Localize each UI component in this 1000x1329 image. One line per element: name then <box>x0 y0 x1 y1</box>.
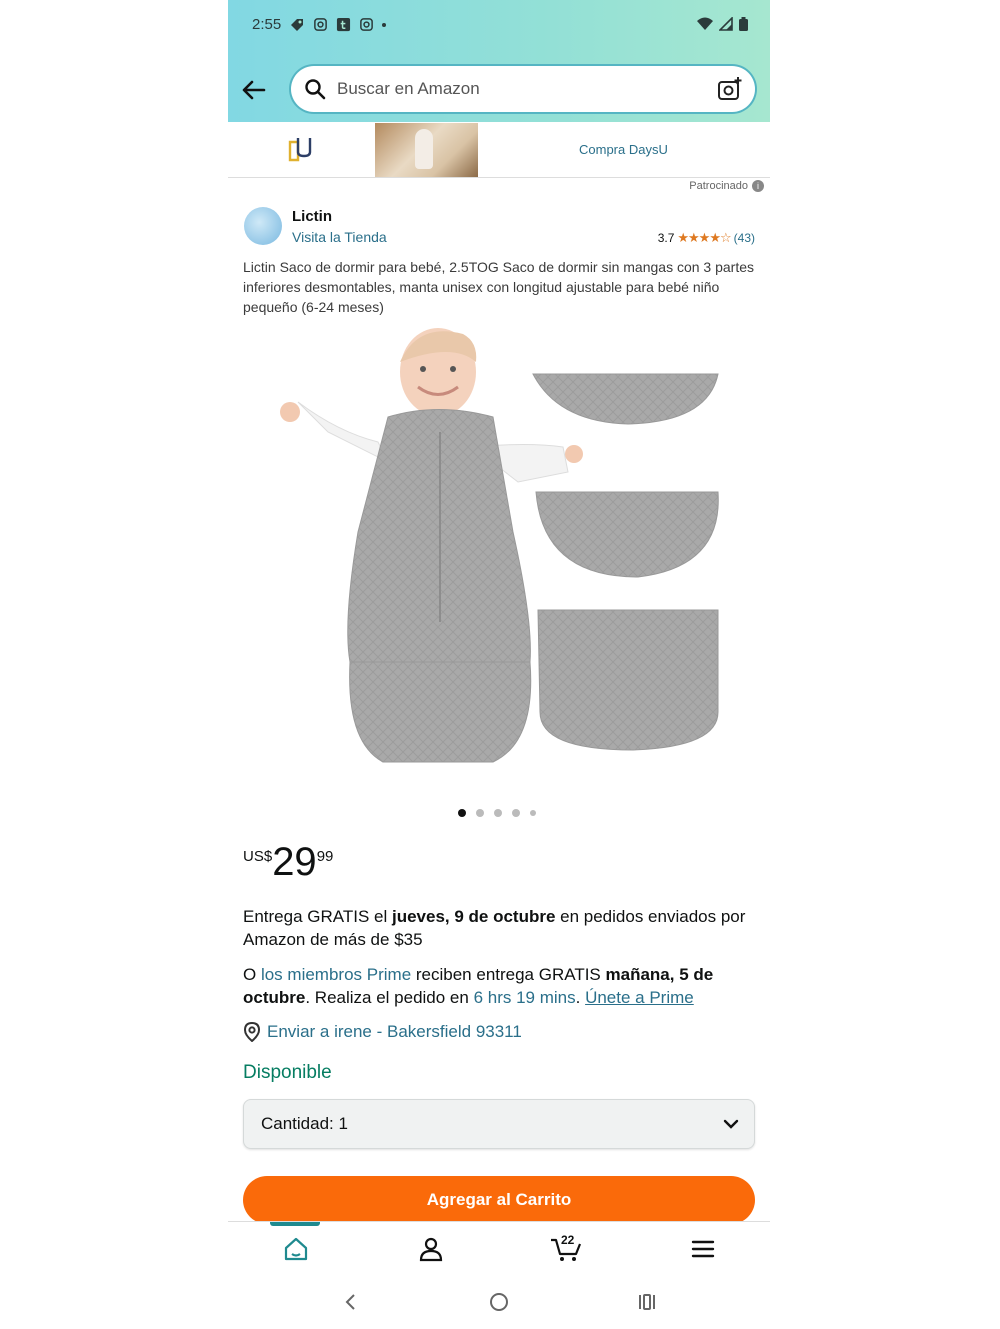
availability-status: Disponible <box>243 1062 332 1083</box>
price-fraction: 99 <box>316 848 334 865</box>
info-icon[interactable]: i <box>752 180 764 192</box>
carousel-dot-1[interactable] <box>458 809 466 817</box>
prime-members-link[interactable]: los miembros Prime <box>261 965 411 984</box>
battery-icon <box>739 17 748 31</box>
price: US$ 29 99 <box>243 840 333 884</box>
location-pin-icon <box>243 1022 261 1042</box>
prime-text-4: . <box>575 988 586 1007</box>
quantity-selector[interactable]: Cantidad: 1 <box>243 1099 755 1149</box>
quantity-value: 1 <box>338 1114 348 1133</box>
carousel-dot-5[interactable] <box>530 810 536 816</box>
bottom-navigation: 22 <box>228 1221 770 1277</box>
product-rating[interactable]: 3.7 ★★★★☆ (43) <box>658 230 755 246</box>
tag-notification-icon <box>291 18 304 31</box>
prime-delivery-info: O los miembros Prime reciben entrega GRA… <box>243 963 758 1009</box>
status-icons <box>697 17 748 31</box>
sponsored-banner-link[interactable]: Compra DaysU <box>579 142 668 157</box>
search-icon <box>305 79 326 100</box>
system-navigation-bar <box>228 1280 770 1329</box>
delivery-text-1: Entrega GRATIS el <box>243 907 392 926</box>
phone-screen: 2:55 Buscar en Amazon Compra DaysU Patro… <box>228 0 770 1329</box>
brand-logo[interactable] <box>244 207 282 245</box>
wifi-icon <box>697 17 713 30</box>
prime-text-1: O <box>243 965 261 984</box>
brand-name: Lictin <box>292 208 332 225</box>
system-recents-icon[interactable] <box>636 1292 658 1312</box>
prime-text-3: . Realiza el pedido en <box>305 988 474 1007</box>
tumblr-notification-icon <box>337 17 351 32</box>
more-notifications-dot <box>382 22 387 27</box>
system-home-icon[interactable] <box>488 1291 510 1313</box>
price-whole: 29 <box>272 840 317 884</box>
rating-count[interactable]: (43) <box>734 231 755 245</box>
product-image[interactable] <box>268 322 738 772</box>
menu-icon[interactable] <box>690 1236 716 1262</box>
status-bar: 2:55 <box>252 16 387 33</box>
add-to-cart-button[interactable]: Agregar al Carrito <box>243 1176 755 1224</box>
image-carousel-dots[interactable] <box>458 809 536 817</box>
search-input[interactable]: Buscar en Amazon <box>337 79 480 99</box>
delivery-info: Entrega GRATIS el jueves, 9 de octubre e… <box>243 905 758 951</box>
home-icon[interactable] <box>283 1236 309 1262</box>
prime-text-2: reciben entrega GRATIS <box>411 965 606 984</box>
header: 2:55 Buscar en Amazon <box>228 0 770 122</box>
quantity-label-text: Cantidad: <box>261 1114 334 1133</box>
sponsored-label[interactable]: Patrocinado i <box>689 180 764 192</box>
search-bar[interactable]: Buscar en Amazon <box>291 66 755 112</box>
daysu-logo-icon <box>288 138 312 162</box>
ship-to-text[interactable]: Enviar a irene - Bakersfield 93311 <box>267 1022 522 1042</box>
account-icon[interactable] <box>418 1236 444 1262</box>
signal-icon <box>719 17 733 31</box>
status-time: 2:55 <box>252 16 282 33</box>
cart-count-badge: 22 <box>561 1233 575 1247</box>
order-countdown: 6 hrs 19 mins <box>473 988 576 1007</box>
camera-search-icon[interactable] <box>717 76 743 102</box>
delivery-date: jueves, 9 de octubre <box>391 907 556 926</box>
rating-stars-icon: ★★★★☆ <box>677 230 731 245</box>
rating-value: 3.7 <box>657 231 675 245</box>
visit-store-link[interactable]: Visita la Tienda <box>292 229 387 245</box>
active-tab-indicator <box>270 1222 320 1226</box>
join-prime-link[interactable]: Únete a Prime <box>585 988 694 1007</box>
product-title: Lictin Saco de dormir para bebé, 2.5TOG … <box>243 259 755 315</box>
quantity-label: Cantidad: 1 <box>261 1114 348 1134</box>
instagram-notification-icon-2 <box>360 18 374 31</box>
instagram-notification-icon <box>314 18 328 31</box>
chevron-down-icon <box>723 1119 739 1129</box>
carousel-dot-4[interactable] <box>512 809 520 817</box>
carousel-dot-3[interactable] <box>494 809 502 817</box>
sponsored-banner-image[interactable] <box>375 123 478 177</box>
price-currency: US$ <box>243 848 273 865</box>
back-arrow-icon[interactable] <box>240 76 268 104</box>
system-back-icon[interactable] <box>342 1292 360 1312</box>
sponsored-text: Patrocinado <box>689 180 748 192</box>
ship-to-location[interactable]: Enviar a irene - Bakersfield 93311 <box>243 1022 522 1042</box>
carousel-dot-2[interactable] <box>476 809 484 817</box>
